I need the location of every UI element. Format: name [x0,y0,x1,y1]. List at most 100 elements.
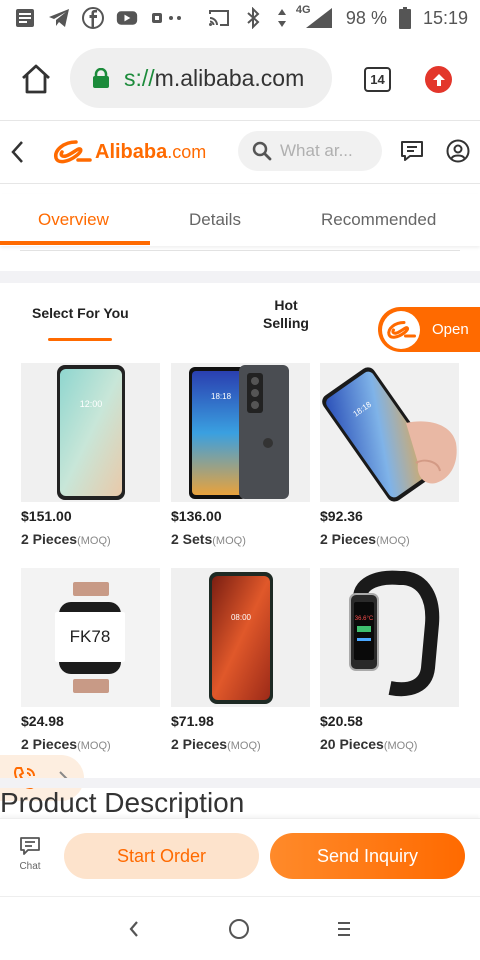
product-image-phone-in-hand: 18:18 [320,363,459,502]
product-moq: 2 Pieces(MOQ) [21,531,161,549]
alibaba-logo-mark-icon [54,140,92,164]
url-bar[interactable]: s:// m.alibaba.com [70,48,332,108]
product-image-phone: 12:00 [21,363,160,502]
user-icon[interactable] [446,139,470,163]
product-quantity: 2 Pieces [21,736,78,752]
open-app-button[interactable]: Open [378,307,480,352]
moq-label: (MOQ) [212,535,246,547]
signal-icon: 4G [296,4,334,29]
moq-label: (MOQ) [376,535,410,547]
divider [20,250,460,251]
page-tabs: Overview Details Recommended [0,194,480,246]
product-price: $24.98 [21,713,64,729]
search-placeholder: What ar... [280,141,353,160]
svg-text:36.6°C: 36.6°C [355,616,374,622]
browser-toolbar: s:// m.alibaba.com 14 [0,36,480,120]
product-price: $71.98 [171,713,214,729]
nav-menu-icon[interactable] [336,919,352,939]
product-image-fitness-band: 36.6°C [320,568,459,707]
product-card[interactable]: 12:00 $151.00 2 Pieces(MOQ) [21,363,161,549]
more-dots-icon [150,7,186,29]
product-quantity: 2 Pieces [320,531,377,547]
moq-label: (MOQ) [383,740,418,752]
tab-switcher-button[interactable]: 14 [364,67,391,92]
product-quantity: 20 Pieces [320,736,384,752]
message-icon[interactable] [400,139,424,163]
search-icon [252,141,272,161]
product-price: $92.36 [320,508,363,524]
back-icon[interactable] [8,139,28,165]
product-price: $136.00 [171,508,222,524]
battery-percent: 98 % [345,7,387,28]
svg-text:08:00: 08:00 [231,613,252,622]
tab-details[interactable]: Details [189,210,241,230]
cast-icon [208,7,230,29]
product-card[interactable]: FK78 $24.98 2 Pieces(MOQ) [21,568,161,754]
product-price: $151.00 [21,508,72,524]
product-moq: 2 Sets(MOQ) [171,531,311,549]
product-card[interactable]: 08:00 $71.98 2 Pieces(MOQ) [171,568,311,754]
upload-icon[interactable] [425,66,452,93]
svg-text:18:18: 18:18 [211,392,232,401]
chat-icon [20,837,40,855]
section-gap [0,271,480,283]
moq-label: (MOQ) [77,535,111,547]
open-label: Open [432,321,469,338]
product-price: $20.58 [320,713,363,729]
facebook-icon [82,7,104,29]
product-image-phone: 08:00 [171,568,310,707]
product-image-phone: 18:18 [171,363,310,502]
product-moq: 2 Pieces(MOQ) [21,736,161,754]
network-type: 4G [295,4,311,16]
select-for-you-indicator [48,338,112,341]
product-card[interactable]: 18:18 $136.00 2 Sets(MOQ) [171,363,311,549]
status-bar: 4G 98 % 15:19 [0,0,480,36]
product-moq: 20 Pieces(MOQ) [320,736,460,754]
search-input[interactable]: What ar... [238,131,382,171]
status-left [14,7,186,29]
nav-back-icon[interactable] [124,917,144,941]
logo-name: Alibaba [95,140,168,163]
alibaba-app-icon [382,310,420,349]
product-moq: 2 Pieces(MOQ) [320,531,460,549]
product-card[interactable]: 36.6°C $20.58 20 Pieces(MOQ) [320,568,460,754]
lock-icon [92,67,110,88]
active-tab-indicator [0,241,150,245]
chat-label: Chat [19,861,41,872]
tab-overview[interactable]: Overview [38,210,109,230]
moq-label: (MOQ) [77,740,111,752]
telegram-icon [48,7,70,29]
home-icon[interactable] [20,64,52,94]
product-image-smart-watch: FK78 [21,568,160,707]
youtube-icon [116,7,138,29]
bluetooth-icon [242,7,264,29]
start-order-button[interactable]: Start Order [64,833,259,879]
tab-select-for-you[interactable]: Select For You [32,305,129,321]
hot-selling-line2: Selling [263,315,309,331]
battery-icon [398,7,411,29]
section-title: Product Description [0,787,245,818]
logo-domain: .com [167,141,207,162]
moq-label: (MOQ) [227,740,261,752]
send-inquiry-button[interactable]: Send Inquiry [270,833,465,879]
svg-text:12:00: 12:00 [80,399,103,409]
product-card[interactable]: 18:18 $92.36 2 Pieces(MOQ) [320,363,460,549]
product-quantity: 2 Sets [171,531,213,547]
hot-selling-line1: Hot [274,297,298,313]
watch-image-text: FK78 [70,627,111,646]
notes-icon [14,7,36,29]
system-nav-bar [0,896,480,960]
nav-home-icon[interactable] [229,919,249,939]
data-arrows-icon [276,7,288,29]
product-moq: 2 Pieces(MOQ) [171,736,311,754]
chat-button[interactable]: Chat [12,837,48,881]
product-quantity: 2 Pieces [171,736,228,752]
site-header: Alibaba .com What ar... [0,120,480,184]
action-bar: Chat Start Order Send Inquiry [0,818,480,896]
tab-hot-selling[interactable]: Hot Selling [258,296,314,332]
alibaba-logo[interactable]: Alibaba .com [52,137,206,167]
clock: 15:19 [422,7,468,28]
status-right: 4G 98 % 15:19 [208,4,468,29]
url-scheme: s:// [124,64,155,91]
tab-recommended[interactable]: Recommended [321,210,436,230]
